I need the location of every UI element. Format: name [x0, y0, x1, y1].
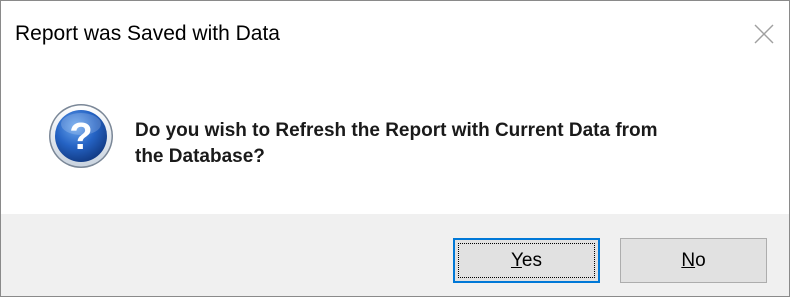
yes-button[interactable]: Yes [453, 238, 600, 283]
close-button[interactable] [743, 1, 789, 61]
button-bar: Yes No [1, 214, 789, 296]
no-mnemonic: N [681, 250, 696, 271]
dialog-title: Report was Saved with Data [15, 22, 280, 45]
close-icon [754, 24, 774, 44]
message-line-2: the Database? [135, 146, 265, 167]
dialog-content: ? Do you wish to Refresh the Report with… [1, 69, 789, 214]
message-line-1: Do you wish to Refresh the Report with C… [135, 120, 658, 141]
question-icon: ? [48, 103, 114, 169]
svg-text:?: ? [69, 116, 92, 158]
dialog-message: Do you wish to Refresh the Report with C… [135, 118, 755, 170]
message-dialog: Report was Saved with Data ? Do you wish… [0, 0, 790, 297]
title-bar[interactable]: Report was Saved with Data [1, 1, 789, 69]
yes-label: es [521, 250, 542, 271]
no-label: o [695, 250, 706, 271]
no-button[interactable]: No [620, 238, 767, 283]
yes-mnemonic: Y [510, 250, 522, 271]
